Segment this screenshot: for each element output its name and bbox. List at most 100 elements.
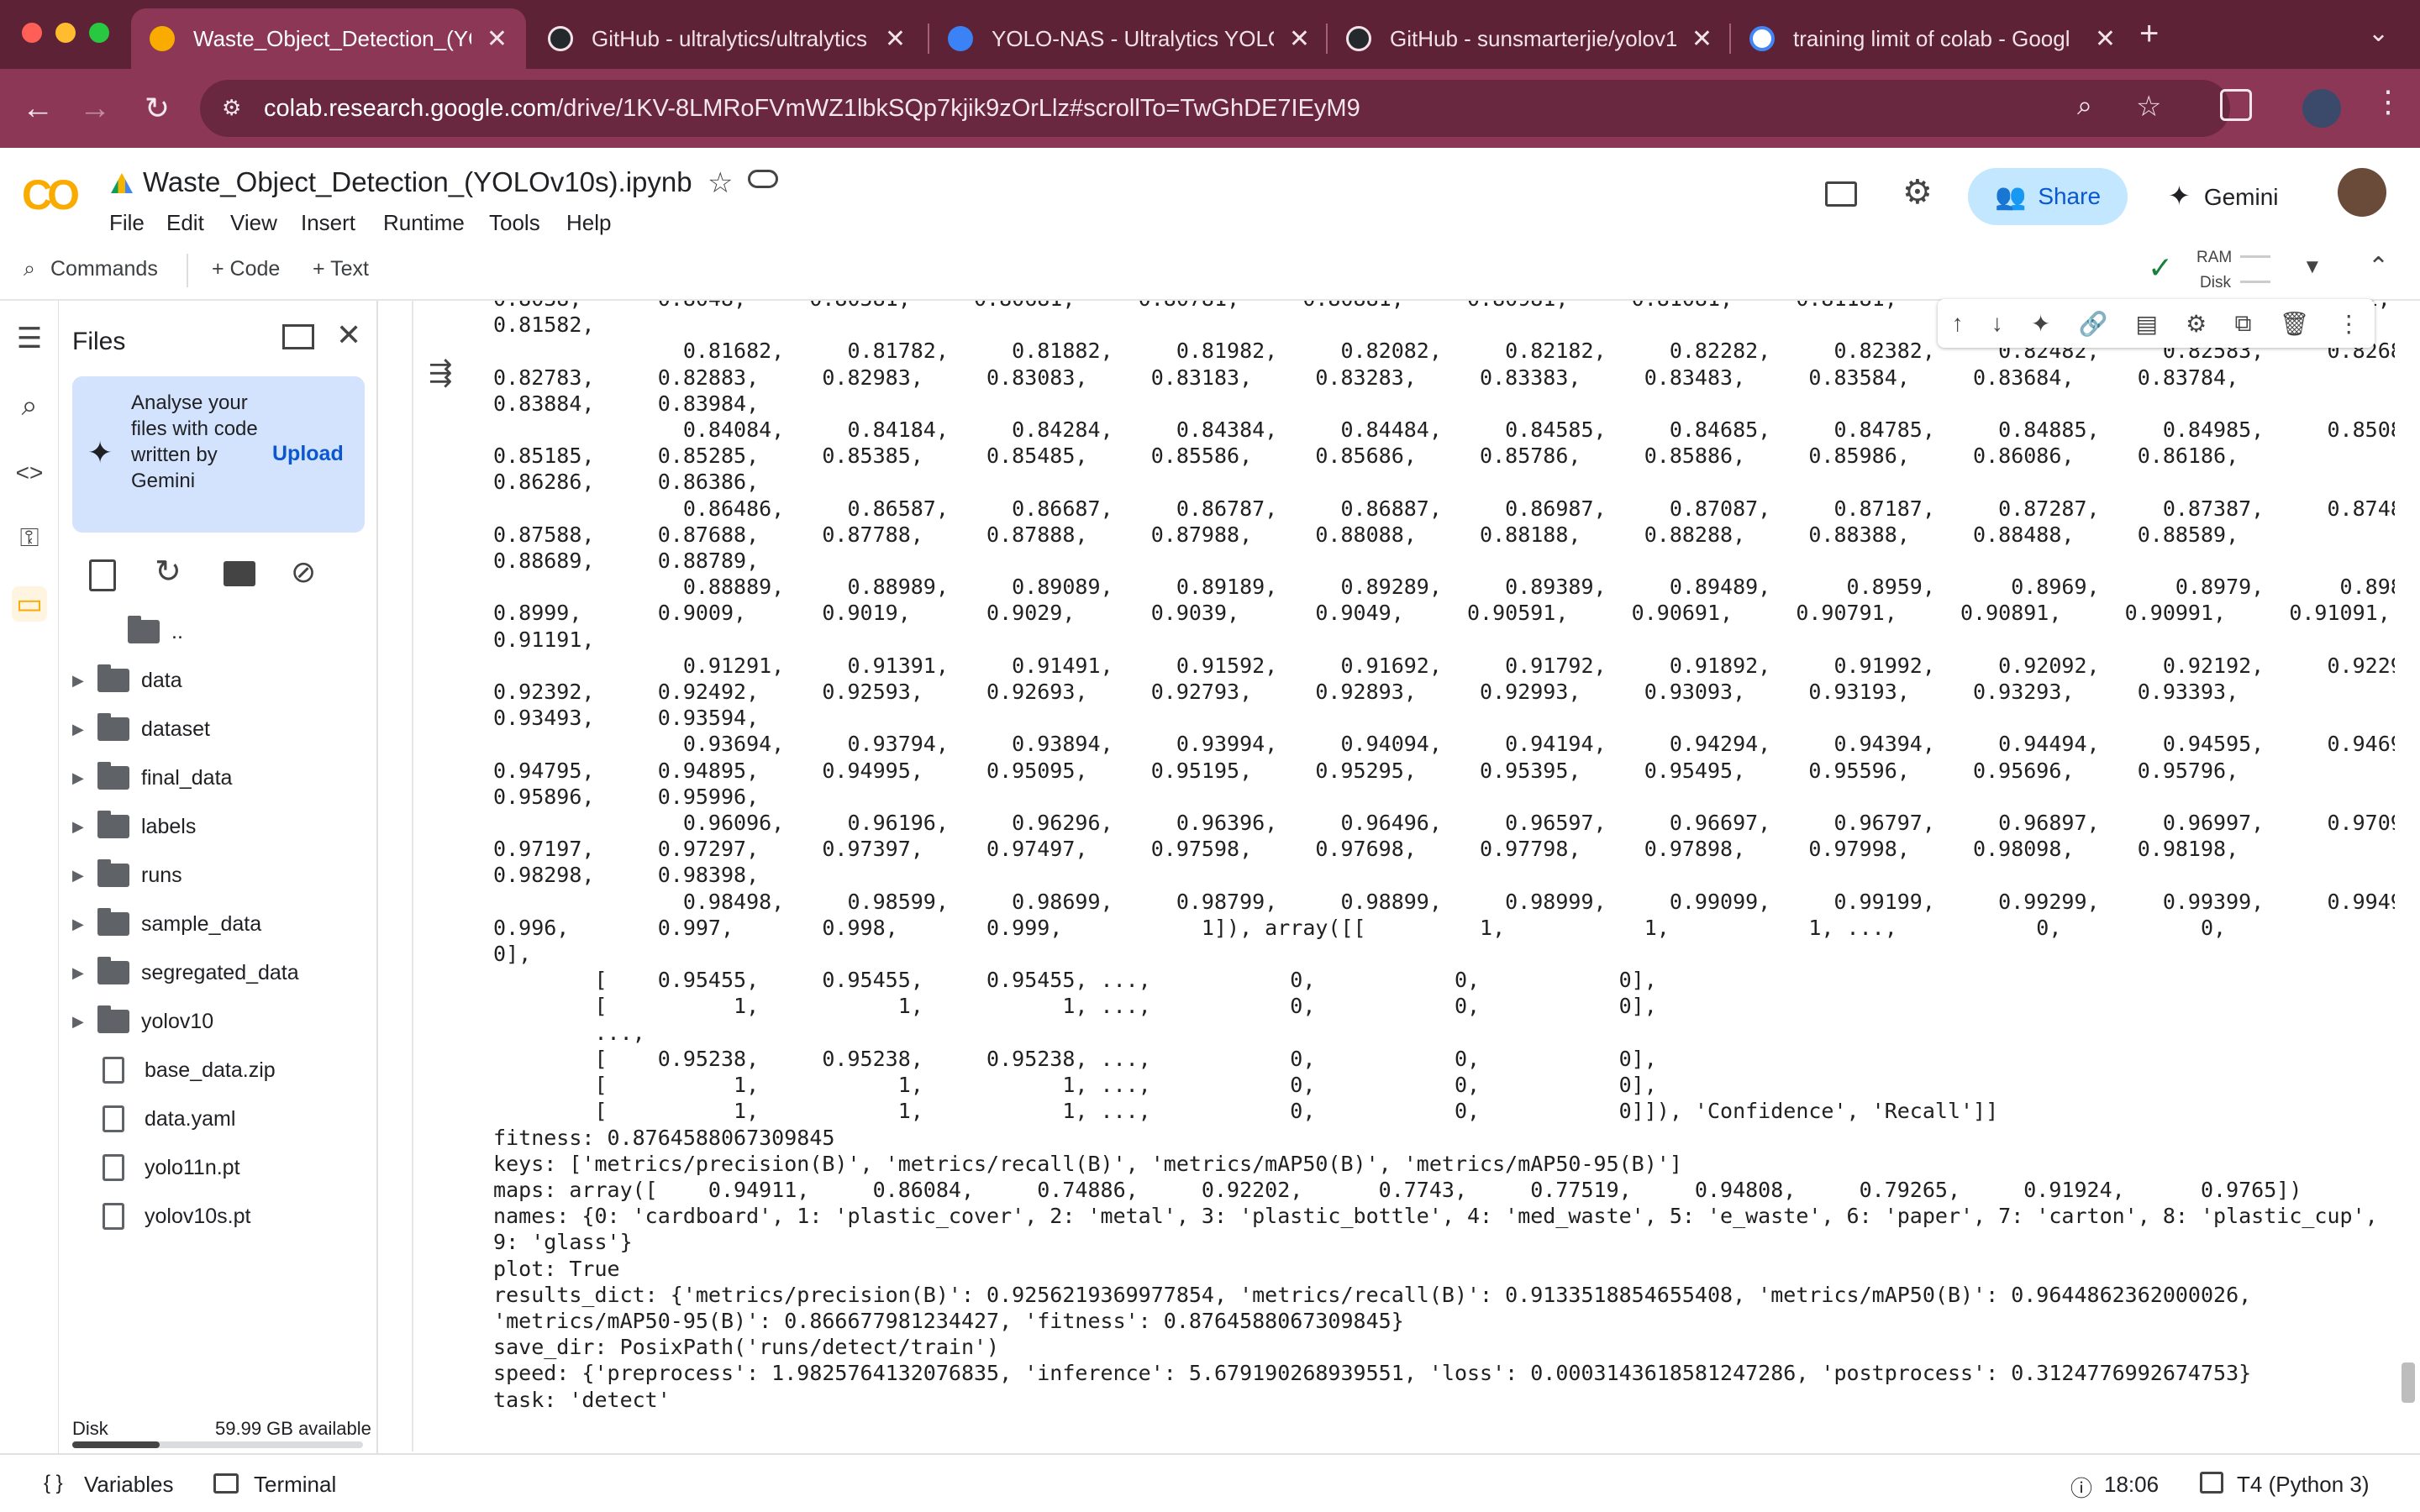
reload-button[interactable]: ↻ [136, 87, 178, 129]
zoom-icon[interactable]: ⌕ [2077, 90, 2092, 122]
add-code-cell-button[interactable]: + Code [212, 257, 280, 281]
file-row-data-yaml[interactable]: data.yaml [97, 1102, 235, 1136]
commands-button[interactable]: Commands [50, 257, 158, 281]
link-icon[interactable]: 🔗 [2079, 310, 2108, 338]
back-button[interactable]: ← [17, 87, 59, 129]
colab-logo[interactable]: CO [22, 171, 80, 219]
browser-tab-github-ultralytics[interactable]: GitHub - ultralytics/ultralytics ✕ [529, 8, 924, 69]
browser-tab-google-search[interactable]: training limit of colab - Googl ✕ [1731, 8, 2134, 69]
file-row-base-data-zip[interactable]: base_data.zip [97, 1053, 276, 1087]
collapse-header-icon[interactable]: ⌃ [2368, 252, 2389, 281]
refresh-icon[interactable]: ↻ [155, 553, 182, 591]
expand-chevron-icon: ▶ [72, 963, 84, 981]
folder-row-dataset[interactable]: ▶ dataset [72, 712, 210, 746]
output-line: 0.82783, 0.82883, 0.82983, 0.83083, 0.83… [481, 365, 2239, 390]
comments-icon[interactable] [1825, 181, 1857, 207]
close-tab-icon[interactable]: ✕ [885, 24, 906, 54]
menu-help[interactable]: Help [566, 210, 611, 236]
gemini-files-card: ✦ Analyse your files with code written b… [72, 376, 365, 533]
bookmark-star-icon[interactable]: ☆ [2136, 90, 2161, 123]
gemini-sparkle-icon[interactable]: ✦ [2031, 310, 2050, 338]
tab-title: Waste_Object_Detection_(YO [193, 25, 471, 51]
folder-row-sample-data[interactable]: ▶ sample_data [72, 907, 261, 941]
output-actions-icon[interactable]: ⇶ [429, 356, 453, 390]
folder-icon [97, 908, 129, 936]
comment-icon[interactable]: ▤ [2136, 310, 2158, 338]
user-avatar[interactable] [2338, 168, 2386, 217]
menu-tools[interactable]: Tools [489, 210, 540, 236]
move-cell-up-icon[interactable]: ↑ [1952, 310, 1964, 337]
runtime-type[interactable]: T4 (Python 3) [2237, 1472, 2370, 1498]
gemini-button[interactable]: ✦ Gemini [2168, 180, 2279, 212]
forward-button[interactable]: → [74, 87, 116, 129]
table-of-contents-icon[interactable]: ☰ [12, 321, 47, 356]
variables-button[interactable]: Variables [84, 1472, 173, 1498]
close-tab-icon[interactable]: ✕ [1691, 24, 1712, 54]
menu-insert[interactable]: Insert [301, 210, 355, 236]
upload-link[interactable]: Upload [272, 442, 344, 466]
browser-tab-colab[interactable]: Waste_Object_Detection_(YO ✕ [131, 8, 526, 69]
mount-drive-icon[interactable] [224, 561, 255, 586]
site-settings-icon[interactable]: ⚙ [222, 95, 241, 121]
delete-cell-icon[interactable]: 🗑 [2280, 310, 2310, 338]
close-tab-icon[interactable]: ✕ [1289, 24, 1310, 54]
folder-row-data[interactable]: ▶ data [72, 664, 182, 697]
minimize-window-button[interactable] [55, 23, 76, 43]
browser-tab-yolo-nas[interactable]: YOLO-NAS - Ultralytics YOLO ✕ [929, 8, 1328, 69]
folder-row-yolov10[interactable]: ▶ yolov10 [72, 1005, 213, 1038]
mirror-cell-icon[interactable]: ⧉ [2234, 310, 2251, 338]
code-snippets-icon[interactable]: <> [12, 455, 47, 491]
tab-search-chevron-icon[interactable]: ⌄ [2368, 18, 2389, 48]
hide-files-icon[interactable]: ⊘ [291, 554, 316, 590]
menu-edit[interactable]: Edit [166, 210, 204, 236]
close-panel-icon[interactable]: ✕ [336, 318, 361, 353]
more-options-icon[interactable]: ⋮ [2337, 310, 2360, 338]
folder-row-final-data[interactable]: ▶ final_data [72, 761, 232, 795]
menu-file[interactable]: File [109, 210, 145, 236]
output-line: 0.91291, 0.91391, 0.91491, 0.91592, 0.91… [481, 653, 2395, 678]
expand-chevron-icon: ▶ [72, 1012, 84, 1030]
menu-view[interactable]: View [230, 210, 277, 236]
folder-row-segregated-data[interactable]: ▶ segregated_data [72, 956, 299, 990]
cell-settings-icon[interactable]: ⚙ [2186, 310, 2207, 338]
close-tab-icon[interactable]: ✕ [487, 24, 508, 54]
file-row-parent[interactable]: .. [103, 615, 183, 648]
file-row-yolov10s-pt[interactable]: yolov10s.pt [97, 1200, 250, 1233]
output-line: 0.8999, 0.9009, 0.9019, 0.9029, 0.9039, … [481, 601, 2391, 626]
ram-usage-bar [2240, 255, 2270, 258]
runtime-dropdown-icon[interactable]: ▼ [2302, 255, 2323, 279]
output-scrollbar[interactable] [2402, 1362, 2415, 1403]
settings-gear-icon[interactable]: ⚙ [1902, 173, 1933, 212]
profile-avatar[interactable] [2302, 89, 2341, 128]
browser-tab-github-yolov10[interactable]: GitHub - sunsmarterjie/yolov1 ✕ [1328, 8, 1731, 69]
close-window-button[interactable] [22, 23, 42, 43]
clock-icon: ⓘ [2070, 1476, 2093, 1501]
address-bar[interactable]: ⚙ colab.research.google.com/drive/1KV-8L… [200, 80, 2230, 137]
output-line: [ 0.95238, 0.95238, 0.95238, ..., 0, 0, … [481, 1046, 1657, 1071]
maximize-window-button[interactable] [89, 23, 109, 43]
upload-file-icon[interactable] [89, 559, 116, 591]
terminal-button[interactable]: Terminal [254, 1472, 336, 1498]
open-in-tab-icon[interactable] [282, 324, 314, 349]
output-line: maps: array([ 0.94911, 0.86084, 0.74886,… [481, 1177, 2302, 1202]
file-row-yolo11n-pt[interactable]: yolo11n.pt [97, 1151, 240, 1184]
file-icon [103, 1203, 124, 1230]
browser-menu-icon[interactable]: ⋮ [2373, 84, 2403, 119]
secrets-key-icon[interactable]: ⚿ [12, 521, 47, 556]
notebook-title[interactable]: Waste_Object_Detection_(YOLOv10s).ipynb [143, 166, 692, 198]
add-text-cell-button[interactable]: + Text [313, 257, 369, 281]
files-folder-icon[interactable]: ▭ [12, 586, 47, 622]
left-rail: ☰ ⌕ <> ⚿ ▭ [0, 301, 59, 1453]
menu-runtime[interactable]: Runtime [383, 210, 465, 236]
share-button[interactable]: 👥 Share [1968, 168, 2128, 225]
folder-row-labels[interactable]: ▶ labels [72, 810, 196, 843]
extensions-icon[interactable] [2220, 89, 2252, 121]
folder-row-runs[interactable]: ▶ runs [72, 858, 182, 892]
move-cell-down-icon[interactable]: ↓ [1991, 310, 2003, 337]
find-replace-icon[interactable]: ⌕ [12, 388, 47, 423]
close-tab-icon[interactable]: ✕ [2095, 24, 2116, 54]
star-notebook-icon[interactable]: ☆ [708, 166, 733, 200]
file-icon [103, 1105, 124, 1132]
new-tab-button[interactable]: + [2139, 15, 2159, 53]
disk-usage-bar [2240, 281, 2270, 283]
